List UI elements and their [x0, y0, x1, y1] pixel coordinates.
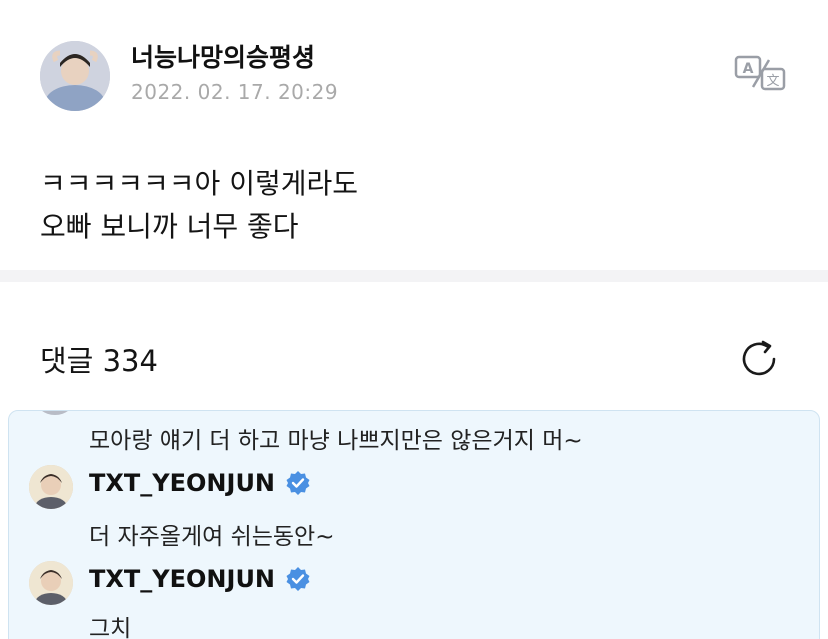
svg-text:文: 文: [766, 74, 779, 89]
commenter-avatar[interactable]: [29, 561, 73, 605]
post-line: 오빠 보니까 너무 좋다: [40, 210, 299, 243]
section-divider: [0, 270, 828, 282]
comments-count: 334: [102, 344, 158, 378]
author-avatar[interactable]: [40, 41, 110, 111]
comments-label: 댓글: [40, 344, 94, 378]
post-page: 너능나망의승평셩 2022. 02. 17. 20:29 A 文 ㅋㅋㅋㅋㅋㅋ아…: [0, 0, 828, 639]
author-name[interactable]: 너능나망의승평셩: [131, 38, 315, 74]
post-body: ㅋㅋㅋㅋㅋㅋ아 이렇게라도 오빠 보니까 너무 좋다: [40, 162, 358, 248]
post-date: 2022. 02. 17. 20:29: [131, 80, 339, 104]
svg-text:A: A: [743, 61, 754, 77]
comment-text: 모아랑 얘기 더 하고 마냥 나쁘지만은 않은거지 머~: [89, 428, 583, 454]
refresh-icon: [742, 340, 776, 376]
translate-button[interactable]: A 文: [733, 54, 787, 92]
comment-text: 그치: [89, 616, 132, 639]
comment-text: 더 자주올게여 쉬는동안~: [89, 524, 335, 550]
verified-badge-icon: [286, 567, 310, 591]
verified-badge-icon: [286, 471, 310, 495]
commenter-avatar[interactable]: [29, 465, 73, 509]
commenter-avatar[interactable]: [35, 411, 75, 415]
refresh-button[interactable]: [739, 339, 781, 379]
comment-author[interactable]: TXT_YEONJUN: [89, 565, 311, 593]
comment-author-name: TXT_YEONJUN: [89, 469, 276, 497]
comment-author[interactable]: TXT_YEONJUN: [89, 469, 311, 497]
comment-author-name: TXT_YEONJUN: [89, 565, 276, 593]
comments-heading: 댓글 334: [40, 338, 158, 380]
post-line: ㅋㅋㅋㅋㅋㅋ아 이렇게라도: [40, 167, 359, 200]
translate-icon: A 文: [734, 55, 786, 91]
comment-thread: 모아랑 얘기 더 하고 마냥 나쁘지만은 않은거지 머~ TXT_YEONJUN…: [8, 410, 820, 639]
